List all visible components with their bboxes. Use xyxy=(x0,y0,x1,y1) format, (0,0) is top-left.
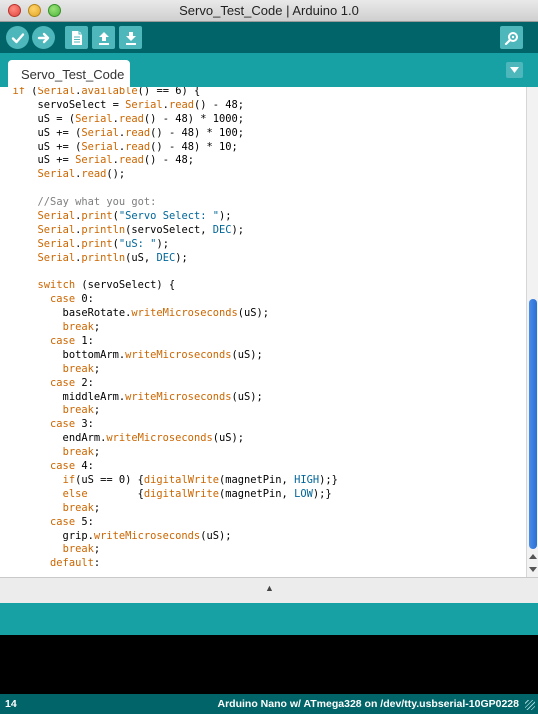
resize-grip-icon[interactable] xyxy=(525,700,535,710)
code-line[interactable]: uS += Serial.read() - 48; xyxy=(0,154,338,168)
window-title: Servo_Test_Code | Arduino 1.0 xyxy=(179,3,359,18)
editor-console-divider[interactable]: ▲ xyxy=(0,577,538,603)
title-bar: Servo_Test_Code | Arduino 1.0 xyxy=(0,0,538,22)
code-editor[interactable]: if (Serial.available() == 6) { servoSele… xyxy=(0,87,526,577)
code-line[interactable]: case 3: xyxy=(0,418,338,432)
code-line[interactable]: case 4: xyxy=(0,460,338,474)
code-line[interactable]: break; xyxy=(0,446,338,460)
code-line[interactable]: uS += (Serial.read() - 48) * 100; xyxy=(0,127,338,141)
magnifier-icon xyxy=(504,31,518,45)
scroll-down-arrow[interactable] xyxy=(529,567,537,572)
code-line[interactable]: Serial.println(uS, DEC); xyxy=(0,252,338,266)
code-line[interactable]: Serial.print("uS: "); xyxy=(0,238,338,252)
save-button[interactable] xyxy=(119,26,142,49)
tab-servo-test-code[interactable]: Servo_Test_Code xyxy=(8,60,130,87)
code-line[interactable]: default: xyxy=(0,557,338,571)
code-line[interactable]: else {digitalWrite(magnetPin, LOW);} xyxy=(0,488,338,502)
code-line[interactable]: baseRotate.writeMicroseconds(uS); xyxy=(0,307,338,321)
code-line[interactable]: ​ xyxy=(0,182,338,196)
code-line[interactable]: case 2: xyxy=(0,377,338,391)
vertical-scrollbar[interactable] xyxy=(526,87,538,577)
code-line[interactable]: break; xyxy=(0,404,338,418)
up-arrow-icon xyxy=(98,31,109,45)
serial-monitor-button[interactable] xyxy=(500,26,523,49)
line-number: 14 xyxy=(5,698,17,710)
tab-strip: Servo_Test_Code xyxy=(0,53,538,87)
code-line[interactable]: grip.writeMicroseconds(uS); xyxy=(0,530,338,544)
verify-button[interactable] xyxy=(6,26,29,49)
checkmark-icon xyxy=(11,32,24,43)
code-line[interactable]: if(uS == 0) {digitalWrite(magnetPin, HIG… xyxy=(0,474,338,488)
code-line[interactable]: if (Serial.available() == 6) { xyxy=(0,87,338,99)
toolbar xyxy=(0,22,538,53)
code-line[interactable]: servoSelect = Serial.read() - 48; xyxy=(0,99,338,113)
code-line[interactable]: break; xyxy=(0,321,338,335)
scroll-up-arrow[interactable] xyxy=(529,554,537,559)
code-line[interactable]: uS += (Serial.read() - 48) * 10; xyxy=(0,141,338,155)
code-line[interactable]: break; xyxy=(0,543,338,557)
new-sketch-button[interactable] xyxy=(65,26,88,49)
code-line[interactable]: switch (servoSelect) { xyxy=(0,279,338,293)
code-line[interactable]: case 1: xyxy=(0,335,338,349)
code-line[interactable]: break; xyxy=(0,363,338,377)
code-line[interactable]: case 5: xyxy=(0,516,338,530)
open-button[interactable] xyxy=(92,26,115,49)
code-text[interactable]: if (Serial.available() == 6) { servoSele… xyxy=(0,87,338,571)
code-line[interactable]: Serial.println(servoSelect, DEC); xyxy=(0,224,338,238)
code-line[interactable]: break; xyxy=(0,502,338,516)
code-line[interactable]: ​ xyxy=(0,266,338,280)
code-line[interactable]: bottomArm.writeMicroseconds(uS); xyxy=(0,349,338,363)
new-document-icon xyxy=(71,30,82,45)
console-output[interactable] xyxy=(0,635,538,694)
right-arrow-icon xyxy=(37,32,49,43)
message-bar xyxy=(0,603,538,635)
code-line[interactable]: Serial.read(); xyxy=(0,168,338,182)
tab-menu-button[interactable] xyxy=(506,62,523,78)
code-line[interactable]: endArm.writeMicroseconds(uS); xyxy=(0,432,338,446)
board-port-info: Arduino Nano w/ ATmega328 on /dev/tty.us… xyxy=(217,698,519,710)
code-line[interactable]: middleArm.writeMicroseconds(uS); xyxy=(0,391,338,405)
chevron-down-icon xyxy=(510,67,519,73)
down-arrow-icon xyxy=(125,31,136,45)
scrollbar-thumb[interactable] xyxy=(529,299,537,549)
divider-handle-icon[interactable]: ▲ xyxy=(265,583,274,593)
code-line[interactable]: //Say what you got: xyxy=(0,196,338,210)
status-bar: 14 Arduino Nano w/ ATmega328 on /dev/tty… xyxy=(0,694,538,714)
code-line[interactable]: uS = (Serial.read() - 48) * 1000; xyxy=(0,113,338,127)
code-line[interactable]: case 0: xyxy=(0,293,338,307)
code-line[interactable]: Serial.print("Servo Select: "); xyxy=(0,210,338,224)
upload-button[interactable] xyxy=(32,26,55,49)
